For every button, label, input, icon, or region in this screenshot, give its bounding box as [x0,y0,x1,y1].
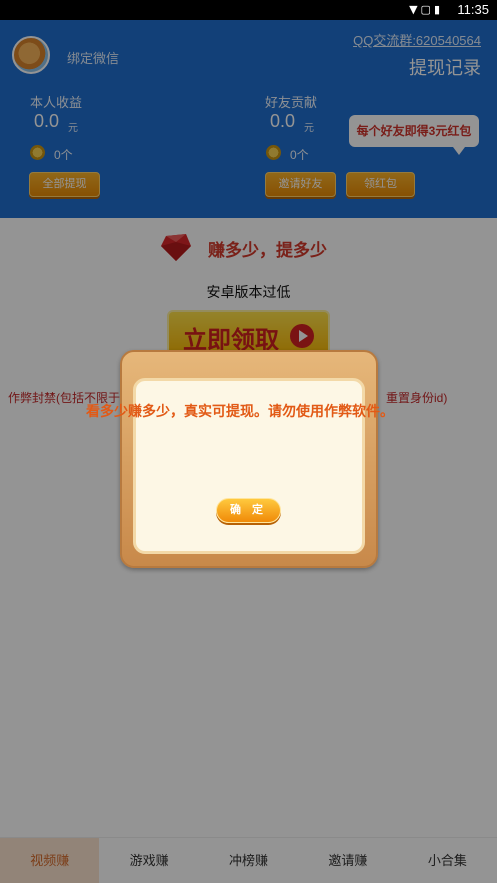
wifi-icon: ▼ [409,3,421,16]
no-sim-icon: ▢ [420,3,434,16]
battery-icon: ▮ [433,3,443,16]
status-time: 11:35 [457,2,489,17]
dialog-message: 看多少赚多少，真实可提现。请勿使用作弊软件。 [86,403,394,419]
notice-dialog [120,350,378,568]
confirm-button[interactable]: 确 定 [216,498,281,523]
status-bar: ▼▢▮ 11:35 [0,0,497,20]
status-icons: ▼▢▮ [409,3,443,16]
